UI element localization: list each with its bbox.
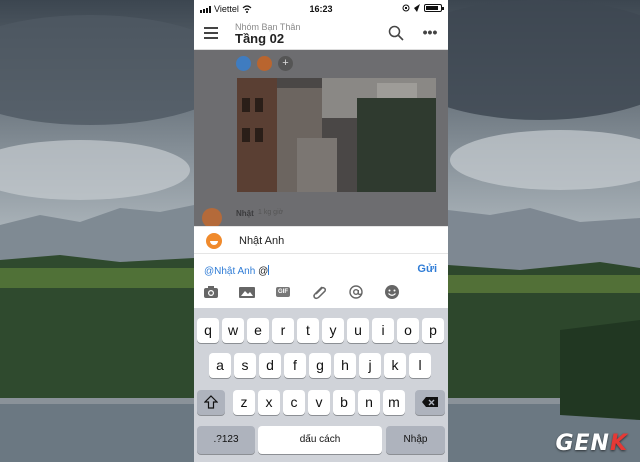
avatar[interactable] [202,208,222,226]
message-input[interactable]: @Nhật Anh @ [204,265,270,277]
phone-screen: Viettel 16:23 Nhóm Bạn Thân Tầng 02 ••• … [194,0,448,462]
shift-icon [203,395,219,409]
key-g[interactable]: g [309,353,331,378]
hamburger-icon[interactable] [204,27,218,39]
key-b[interactable]: b [333,390,355,415]
key-c[interactable]: c [283,390,305,415]
battery-icon [424,4,444,12]
orientation-lock-icon [402,4,410,12]
key-r[interactable]: r [272,318,294,343]
key-k[interactable]: k [384,353,406,378]
key-x[interactable]: x [258,390,280,415]
text-caret [268,265,270,275]
search-icon[interactable] [388,25,404,41]
message-composer: @Nhật Anh @ Gửi GIF [194,254,448,308]
key-e[interactable]: e [247,318,269,343]
reaction-icon[interactable] [257,56,272,71]
backspace-icon [422,397,438,407]
genk-watermark: GENK [555,431,628,456]
return-key[interactable]: Nhập [386,426,445,454]
key-y[interactable]: y [322,318,344,343]
key-v[interactable]: v [308,390,330,415]
key-l[interactable]: l [409,353,431,378]
key-d[interactable]: d [259,353,281,378]
key-f[interactable]: f [284,353,306,378]
key-i[interactable]: i [372,318,394,343]
key-z[interactable]: z [233,390,255,415]
typed-text: @ [255,266,269,277]
key-s[interactable]: s [234,353,256,378]
key-h[interactable]: h [334,353,356,378]
reaction-icon[interactable] [236,56,251,71]
backspace-key[interactable] [415,390,445,415]
send-button[interactable]: Gửi [417,263,437,275]
avatar [206,233,222,249]
status-bar: Viettel 16:23 [194,0,448,18]
reaction-bar: + [236,56,293,71]
app-header: Nhóm Bạn Thân Tầng 02 ••• [194,18,448,50]
image-icon[interactable] [238,284,256,300]
shared-photo[interactable] [237,78,436,192]
page-title: Tầng 02 [235,31,285,46]
mention-token: @Nhật Anh [204,266,256,277]
key-a[interactable]: a [209,353,231,378]
gif-label: GIF [276,287,290,297]
at-icon[interactable] [347,284,365,300]
numbers-key[interactable]: .?123 [197,426,255,454]
key-o[interactable]: o [397,318,419,343]
key-m[interactable]: m [383,390,405,415]
key-w[interactable]: w [222,318,244,343]
key-t[interactable]: t [297,318,319,343]
key-u[interactable]: u [347,318,369,343]
composer-toolbar: GIF [194,284,448,304]
message-sender: Nhật [236,209,254,218]
key-p[interactable]: p [422,318,444,343]
key-q[interactable]: q [197,318,219,343]
attachment-icon[interactable] [310,284,328,300]
shift-key[interactable] [197,390,225,415]
camera-icon[interactable] [202,284,220,300]
onscreen-keyboard: q w e r t y u i o p a s d f g h j k l z … [194,308,448,462]
chat-history: + Nhật 1 kg giờ [194,50,448,226]
space-key[interactable]: dấu cách [258,426,382,454]
location-icon [414,4,420,12]
more-icon[interactable]: ••• [422,25,438,41]
key-j[interactable]: j [359,353,381,378]
mention-suggestion[interactable]: Nhật Anh [194,226,448,254]
emoji-icon[interactable] [383,284,401,300]
message-time: 1 kg giờ [258,209,284,216]
mention-suggestion-name: Nhật Anh [239,235,285,247]
add-reaction-icon[interactable]: + [278,56,293,71]
gif-icon[interactable]: GIF [274,284,292,300]
key-n[interactable]: n [358,390,380,415]
